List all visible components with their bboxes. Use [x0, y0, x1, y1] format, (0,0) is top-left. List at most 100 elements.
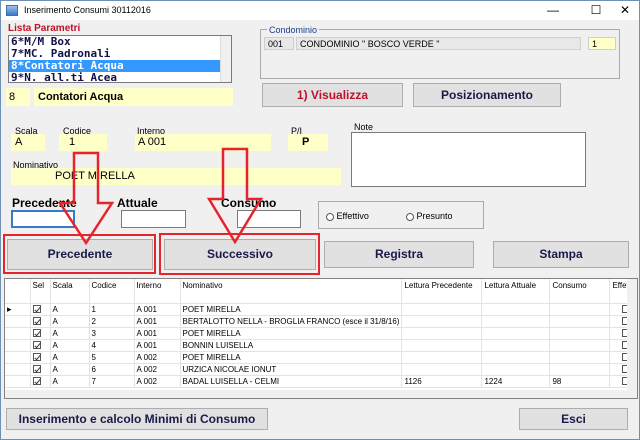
sel-checkbox[interactable]	[30, 375, 51, 388]
col-header-sel[interactable]: Sel	[30, 279, 51, 304]
registra-button[interactable]: Registra	[324, 241, 474, 268]
cell-codice[interactable]: 5	[89, 351, 135, 364]
checked-checkbox-icon[interactable]	[32, 365, 41, 374]
cell-scala[interactable]: A	[50, 327, 90, 340]
table-row[interactable]: A7A 002 BADAL LUISELLA - CELMI 1126 1224 98	[5, 375, 634, 388]
parametro-description-field[interactable]: Contatori Acqua	[34, 88, 233, 106]
cell-consumo[interactable]	[549, 351, 611, 364]
checked-checkbox-icon[interactable]	[32, 377, 41, 386]
cell-interno[interactable]: A 002	[134, 375, 181, 388]
cell-scala[interactable]: A	[50, 351, 90, 364]
pi-field[interactable]: P	[288, 134, 328, 151]
presunto-radio[interactable]: Presunto	[406, 211, 453, 221]
checked-checkbox-icon[interactable]	[32, 341, 41, 350]
presunto-radio-circle[interactable]	[406, 212, 414, 221]
sel-checkbox[interactable]	[30, 315, 51, 328]
cell-lettura-attuale[interactable]	[481, 351, 551, 364]
cell-lettura-precedente[interactable]	[401, 351, 483, 364]
scala-field[interactable]: A	[11, 134, 45, 151]
col-header-nominativo[interactable]: Nominativo	[180, 279, 403, 304]
cell-codice[interactable]: 4	[89, 339, 135, 352]
cell-scala[interactable]: A	[50, 363, 90, 376]
listbox-scrollbar[interactable]	[220, 36, 231, 82]
cell-consumo[interactable]	[549, 315, 611, 328]
cell-codice[interactable]: 2	[89, 315, 135, 328]
cell-nominativo[interactable]: POET MIRELLA	[180, 327, 403, 340]
table-row[interactable]: A5A 002 POET MIRELLA	[5, 351, 634, 364]
grid-vertical-scrollbar[interactable]	[627, 279, 637, 398]
cell-lettura-attuale[interactable]	[481, 327, 551, 340]
table-row[interactable]: A3A 001 POET MIRELLA	[5, 327, 634, 340]
condominio-code-field[interactable]: 001	[264, 37, 294, 50]
cell-lettura-attuale[interactable]	[481, 315, 551, 328]
grid-horizontal-scrollbar[interactable]	[5, 390, 629, 398]
cell-scala[interactable]: A	[50, 375, 90, 388]
lettura-attuale-input[interactable]	[121, 210, 186, 228]
parametro-code-field[interactable]: 8	[6, 88, 30, 106]
cell-consumo[interactable]	[549, 339, 611, 352]
sel-checkbox[interactable]	[30, 339, 51, 352]
cell-nominativo[interactable]: BADAL LUISELLA - CELMI	[180, 375, 403, 388]
cell-lettura-precedente[interactable]	[401, 327, 483, 340]
codice-field[interactable]: 1	[59, 134, 107, 151]
sel-checkbox[interactable]	[30, 351, 51, 364]
cell-lettura-precedente[interactable]	[401, 303, 483, 316]
cell-lettura-precedente[interactable]	[401, 315, 483, 328]
cell-consumo[interactable]	[549, 363, 611, 376]
cell-lettura-precedente[interactable]	[401, 363, 483, 376]
sel-checkbox[interactable]	[30, 327, 51, 340]
note-textarea[interactable]	[351, 132, 586, 187]
cell-lettura-attuale[interactable]: 1224	[481, 375, 551, 388]
checked-checkbox-icon[interactable]	[32, 317, 41, 326]
cell-codice[interactable]: 1	[89, 303, 135, 316]
sel-checkbox[interactable]	[30, 363, 51, 376]
cell-interno[interactable]: A 001	[134, 303, 181, 316]
table-row[interactable]: A4A 001 BONNIN LUISELLA	[5, 339, 634, 352]
cell-interno[interactable]: A 002	[134, 363, 181, 376]
minimize-button[interactable]: —	[539, 1, 567, 20]
cell-codice[interactable]: 3	[89, 327, 135, 340]
cell-lettura-precedente[interactable]	[401, 339, 483, 352]
cell-nominativo[interactable]: URZICA NICOLAE IONUT	[180, 363, 403, 376]
cell-codice[interactable]: 6	[89, 363, 135, 376]
cell-consumo[interactable]	[549, 327, 611, 340]
sel-checkbox[interactable]	[30, 303, 51, 316]
minimi-consumo-button[interactable]: Inserimento e calcolo Minimi di Consumo	[6, 408, 268, 430]
visualizza-button[interactable]: 1) Visualizza	[262, 83, 403, 107]
col-header-lettura-attuale[interactable]: Lettura Attuale	[481, 279, 551, 304]
cell-scala[interactable]: A	[50, 339, 90, 352]
cell-nominativo[interactable]: BERTALOTTO NELLA - BROGLIA FRANCO (esce …	[180, 315, 403, 328]
list-item[interactable]: 9*N. all.ti Acea	[9, 72, 231, 83]
table-row[interactable]: A2A 001 BERTALOTTO NELLA - BROGLIA FRANCO…	[5, 315, 634, 328]
col-header-lettura-precedente[interactable]: Lettura Precedente	[401, 279, 483, 304]
col-header-interno[interactable]: Interno	[134, 279, 181, 304]
cell-codice[interactable]: 7	[89, 375, 135, 388]
cell-interno[interactable]: A 001	[134, 339, 181, 352]
consumi-grid[interactable]: Sel Scala Codice Interno Nominativo Lett…	[4, 278, 638, 399]
condominio-name-field[interactable]: CONDOMINIO " BOSCO VERDE "	[296, 37, 581, 50]
col-header-codice[interactable]: Codice	[89, 279, 135, 304]
cell-nominativo[interactable]: POET MIRELLA	[180, 351, 403, 364]
close-button[interactable]: ✕	[611, 1, 639, 20]
posizionamento-button[interactable]: Posizionamento	[413, 83, 561, 107]
cell-lettura-attuale[interactable]	[481, 363, 551, 376]
col-header-consumo[interactable]: Consumo	[549, 279, 611, 304]
cell-consumo[interactable]: 98	[549, 375, 611, 388]
parametri-listbox[interactable]: 6*M/M Box 7*MC. Padronali 8*Contatori Ac…	[8, 35, 232, 83]
cell-lettura-precedente[interactable]: 1126	[401, 375, 483, 388]
cell-interno[interactable]: A 002	[134, 351, 181, 364]
cell-scala[interactable]: A	[50, 303, 90, 316]
cell-interno[interactable]: A 001	[134, 315, 181, 328]
cell-lettura-attuale[interactable]	[481, 339, 551, 352]
esci-button[interactable]: Esci	[519, 408, 628, 430]
table-row[interactable]: ▸ A 1 A 001 POET MIRELLA	[5, 303, 634, 316]
cell-lettura-attuale[interactable]	[481, 303, 551, 316]
cell-scala[interactable]: A	[50, 315, 90, 328]
effettivo-radio[interactable]: Effettivo	[326, 211, 369, 221]
condominio-number-field[interactable]: 1	[588, 37, 616, 50]
stampa-button[interactable]: Stampa	[493, 241, 629, 268]
cell-nominativo[interactable]: POET MIRELLA	[180, 303, 403, 316]
effettivo-radio-circle[interactable]	[326, 212, 334, 221]
col-header-scala[interactable]: Scala	[50, 279, 90, 304]
checked-checkbox-icon[interactable]	[32, 329, 41, 338]
